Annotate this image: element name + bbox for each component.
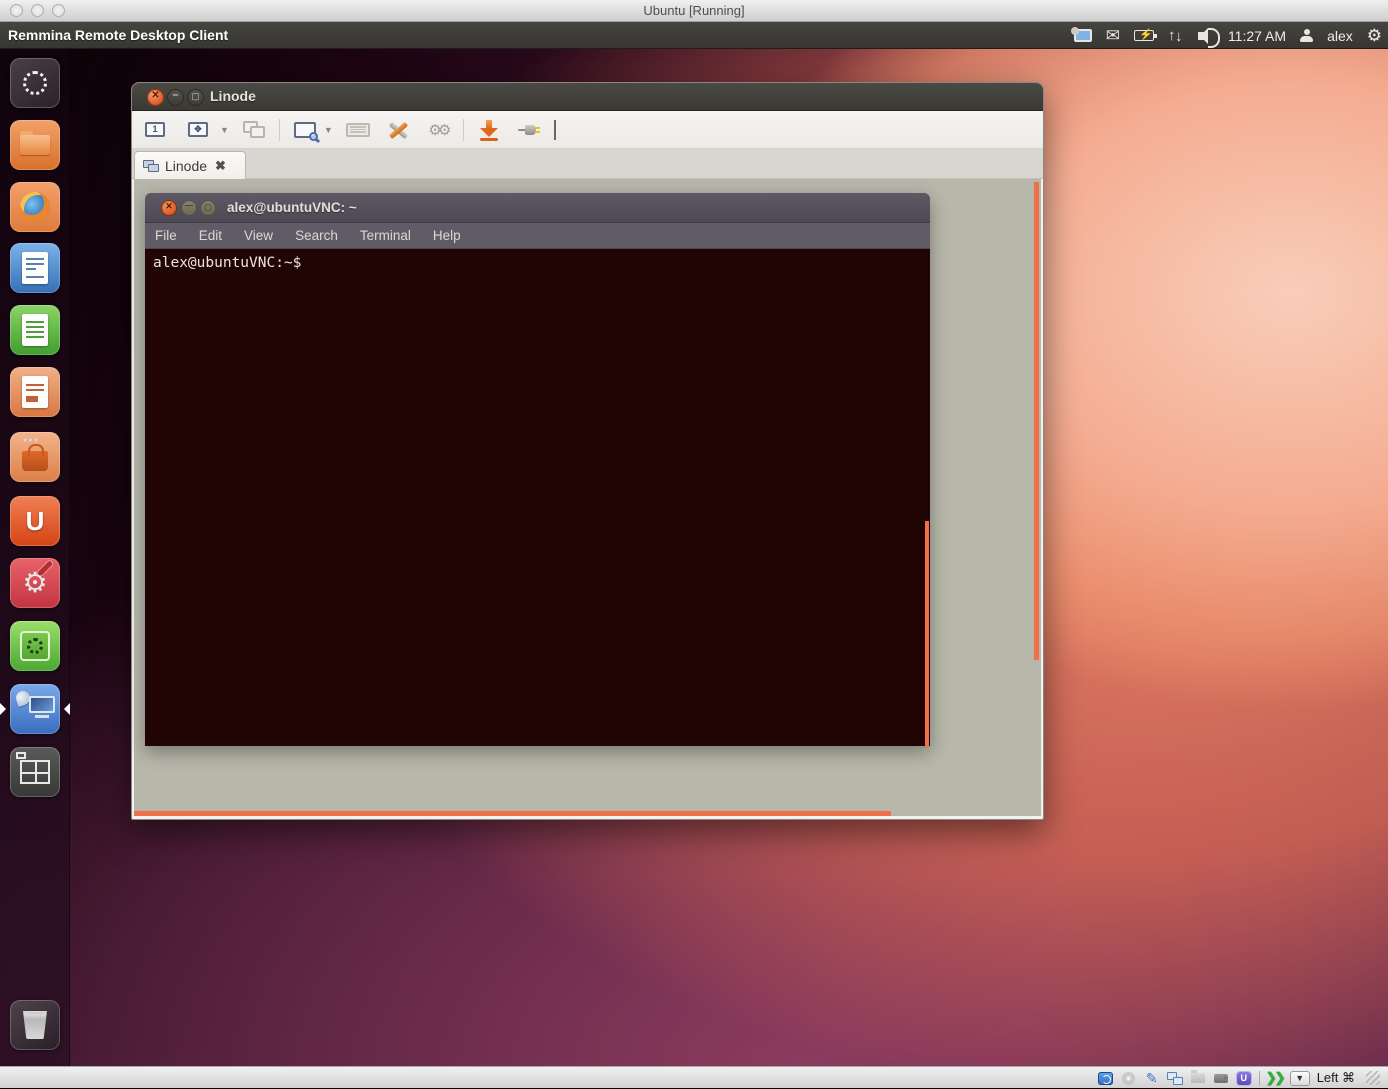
active-app-title: Remmina Remote Desktop Client (8, 22, 228, 49)
vbox-usb-icon[interactable]: U (1236, 1071, 1252, 1085)
remmina-minimize-button[interactable] (167, 89, 184, 106)
running-indicator-arrow (0, 703, 6, 715)
terminal-window-title: alex@ubuntuVNC: ~ (227, 193, 357, 223)
vbox-windows-icon[interactable] (1167, 1071, 1183, 1085)
zoom-window-button[interactable] (290, 116, 320, 144)
remmina-maximize-button[interactable] (187, 89, 204, 106)
vbox-mouse-integration-icon[interactable]: ❯❯ (1267, 1071, 1283, 1085)
toolbar-separator (463, 119, 464, 141)
remmina-titlebar[interactable]: Linode (132, 83, 1043, 111)
terminal-close-button[interactable] (161, 200, 177, 216)
tab-close-icon[interactable]: ✖ (215, 158, 226, 174)
session-gear-icon[interactable]: ⚙ (1367, 27, 1382, 44)
terminal-menu-file[interactable]: File (155, 228, 177, 243)
remmina-window-title: Linode (210, 83, 256, 111)
launcher-icon-ubuntu-software[interactable] (10, 621, 60, 671)
launcher-icon-software-center[interactable] (10, 432, 60, 482)
toolbar-separator (279, 119, 280, 141)
vbox-video-capture-icon[interactable] (1213, 1071, 1229, 1085)
launcher-icon-workspace-switcher[interactable] (10, 747, 60, 797)
network-traffic-icon[interactable]: ↑↓ (1168, 28, 1184, 43)
terminal-menu-view[interactable]: View (244, 228, 273, 243)
volume-indicator-icon[interactable] (1198, 32, 1206, 40)
vbox-status-bar: ✎ U ❯❯ ▼ Left ⌘ (0, 1066, 1388, 1088)
preferences-gears-button[interactable]: ⚙⚙ (423, 116, 453, 144)
launcher-icon-trash[interactable] (10, 1000, 60, 1050)
scale-dropdown-caret[interactable]: ▼ (220, 125, 229, 135)
host-titlebar: Ubuntu [Running] (0, 0, 1388, 22)
launcher-icon-ubuntu-dash[interactable] (10, 58, 60, 108)
screen: Ubuntu [Running] Remmina Remote Desktop … (0, 0, 1388, 1088)
clock[interactable]: 11:27 AM (1228, 28, 1286, 44)
render-artifact-line (134, 811, 891, 816)
remmina-window: Linode 1 ✥ ▼ ▼ ⚙⚙ L (131, 82, 1044, 820)
launcher-icon-remmina[interactable] (10, 684, 60, 734)
resize-grip[interactable] (1366, 1071, 1380, 1085)
unity-launcher: U ⚙ (0, 49, 70, 1066)
terminal-screen[interactable]: alex@ubuntuVNC:~$ (145, 249, 930, 746)
user-menu-icon[interactable] (1300, 29, 1313, 42)
launcher-icon-libreoffice-calc[interactable] (10, 305, 60, 355)
focused-indicator-arrow (64, 703, 70, 715)
launcher-icon-libreoffice-impress[interactable] (10, 367, 60, 417)
scale-window-button[interactable]: ✥ (180, 116, 216, 144)
battery-indicator-icon[interactable] (1134, 30, 1154, 41)
import-button[interactable] (474, 116, 504, 144)
tab-connection-icon (143, 160, 159, 172)
terminal-menu-edit[interactable]: Edit (199, 228, 222, 243)
zoom-dropdown-caret[interactable]: ▼ (324, 125, 333, 135)
system-tray: ✉ ↑↓ 11:27 AM alex ⚙ (1074, 22, 1382, 49)
vbox-edit-pencil-icon[interactable]: ✎ (1144, 1071, 1160, 1085)
desktop-wallpaper: U ⚙ Linode 1 ✥ ▼ (0, 49, 1388, 1066)
launcher-icon-firefox[interactable] (10, 182, 60, 232)
terminal-minimize-button[interactable] (181, 200, 197, 216)
launcher-icon-libreoffice-writer[interactable] (10, 243, 60, 293)
statusbar-separator (1259, 1071, 1260, 1085)
vbox-hard-disk-icon[interactable] (1098, 1071, 1114, 1085)
keyboard-grab-button[interactable] (343, 116, 373, 144)
render-artifact-line (925, 521, 929, 747)
vbox-host-key-label: Left ⌘ (1317, 1070, 1355, 1086)
render-artifact-line (1034, 182, 1039, 660)
launcher-icon-ubuntu-one[interactable]: U (10, 496, 60, 546)
terminal-menu-help[interactable]: Help (433, 228, 461, 243)
ubuntu-top-panel: Remmina Remote Desktop Client ✉ ↑↓ 11:27… (0, 22, 1388, 49)
terminal-menubar: File Edit View Search Terminal Help (145, 223, 930, 249)
tools-button[interactable] (383, 116, 413, 144)
remmina-toolbar: 1 ✥ ▼ ▼ ⚙⚙ (132, 111, 1043, 149)
host-window-title: Ubuntu [Running] (0, 0, 1388, 22)
launcher-icon-home-folder[interactable] (10, 120, 60, 170)
tab-linode[interactable]: Linode ✖ (134, 151, 246, 179)
launcher-icon-system-settings[interactable]: ⚙ (10, 558, 60, 608)
terminal-menu-search[interactable]: Search (295, 228, 338, 243)
vbox-dropdown-button[interactable]: ▼ (1290, 1071, 1310, 1086)
toolbar-end-separator (554, 120, 556, 140)
vbox-optical-disc-icon[interactable] (1121, 1071, 1137, 1085)
terminal-menu-terminal[interactable]: Terminal (360, 228, 411, 243)
mail-indicator-icon[interactable]: ✉ (1106, 27, 1120, 44)
fullscreen-button[interactable]: 1 (140, 116, 170, 144)
remmina-tab-bar: Linode ✖ (132, 149, 1043, 179)
disconnect-plug-button[interactable] (514, 116, 544, 144)
tab-label: Linode (165, 158, 207, 174)
shell-prompt: alex@ubuntuVNC:~$ (153, 255, 301, 271)
vbox-shared-folder-icon[interactable] (1190, 1071, 1206, 1085)
username-label[interactable]: alex (1327, 28, 1353, 44)
remote-desktop-indicator-icon[interactable] (1074, 29, 1092, 42)
remmina-close-button[interactable] (147, 89, 164, 106)
terminal-titlebar[interactable]: alex@ubuntuVNC: ~ (145, 193, 930, 223)
remote-desktop-view[interactable]: alex@ubuntuVNC: ~ File Edit View Search … (132, 179, 1043, 818)
terminal-maximize-button[interactable] (200, 200, 216, 216)
terminal-window: alex@ubuntuVNC: ~ File Edit View Search … (145, 193, 930, 746)
duplicate-connection-button[interactable] (239, 116, 269, 144)
